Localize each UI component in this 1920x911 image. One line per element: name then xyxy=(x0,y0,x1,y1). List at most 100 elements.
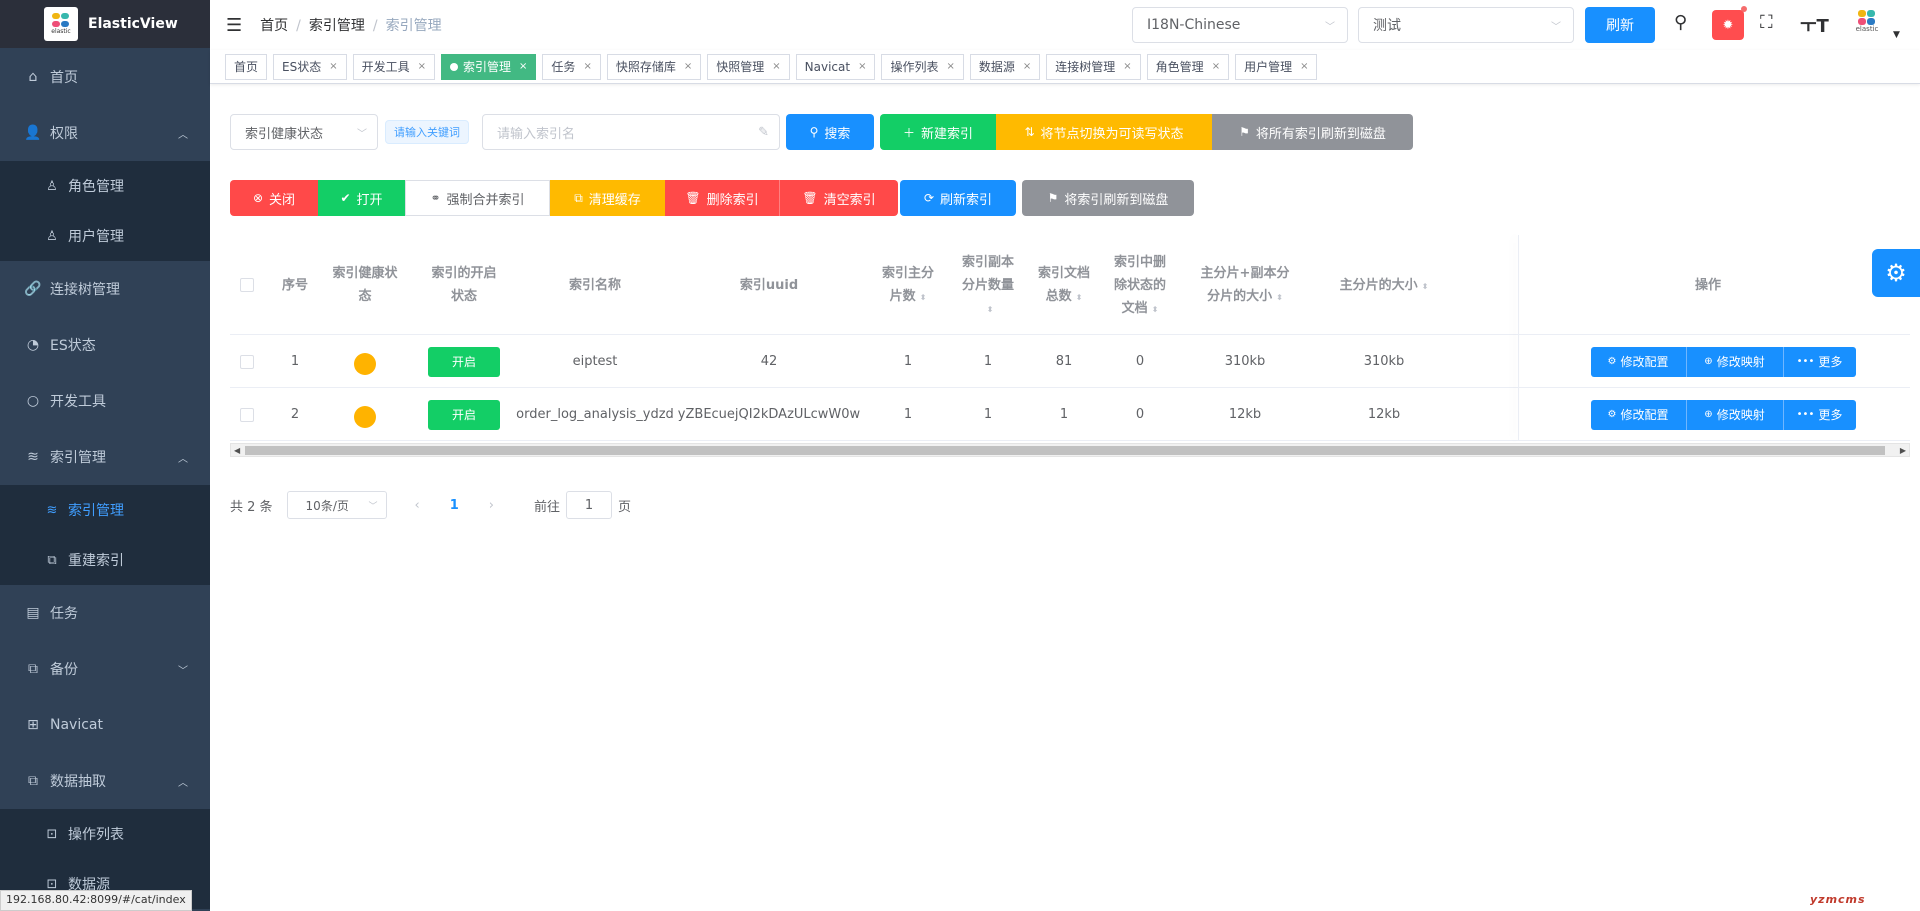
edit-mapping-button[interactable]: ⊕ 修改映射 xyxy=(1686,399,1784,430)
breadcrumb-item[interactable]: 首页 xyxy=(260,18,288,34)
sort-icon[interactable]: ⬍ xyxy=(1276,294,1283,302)
tab-0[interactable]: 首页 xyxy=(225,53,268,80)
close-icon[interactable]: × xyxy=(329,61,337,72)
connection-select[interactable]: 测试 ﹀ xyxy=(1358,7,1574,43)
edit-config-button[interactable]: ⚙ 修改配置 xyxy=(1590,399,1687,430)
close-icon[interactable]: × xyxy=(1212,61,1220,72)
flush-all-button[interactable]: ⚑ 将所有索引刷新到磁盘 xyxy=(1212,114,1413,150)
search-icon[interactable]: ⚲ xyxy=(1674,12,1687,33)
sidebar-item-operation-list[interactable]: ⊡ 操作列表 xyxy=(0,809,210,859)
caret-down-icon[interactable]: ▼ xyxy=(1893,30,1900,40)
health-select[interactable]: 索引健康状态 ﹀ xyxy=(230,114,378,150)
sidebar-item-user-management[interactable]: ♙ 用户管理 xyxy=(0,211,210,261)
sort-icon[interactable]: ⬍ xyxy=(1076,294,1083,302)
sidebar-item-backup[interactable]: ⧉ 备份 ﹀ xyxy=(0,641,210,697)
scroll-left-icon[interactable]: ◀ xyxy=(234,444,240,457)
index-status-button[interactable]: 开启 xyxy=(428,399,500,430)
select-all-checkbox[interactable] xyxy=(240,278,254,292)
sidebar-item-reindex[interactable]: ⧉ 重建索引 xyxy=(0,535,210,585)
delete-index-button[interactable]: 🗑 删除索引 xyxy=(665,180,780,216)
empty-index-button[interactable]: 🗑 清空索引 xyxy=(780,180,898,216)
sidebar-item-home[interactable]: ⌂ 首页 xyxy=(0,48,210,105)
col-deleted[interactable]: 索引中删 除状态的 文档 ⬍ xyxy=(1104,235,1176,335)
refresh-index-button[interactable]: ⟳ 刷新索引 xyxy=(900,180,1016,216)
new-index-button[interactable]: ＋ 新建索引 xyxy=(880,114,996,150)
more-button[interactable]: ••• 更多 xyxy=(1783,399,1856,430)
scroll-right-icon[interactable]: ▶ xyxy=(1900,444,1906,457)
index-status-button[interactable]: 开启 xyxy=(428,346,500,377)
close-icon[interactable]: × xyxy=(418,61,426,72)
close-icon[interactable]: × xyxy=(583,61,591,72)
tab-2[interactable]: 开发工具 × xyxy=(352,53,436,80)
tab-7[interactable]: Navicat × xyxy=(795,53,876,80)
breadcrumb-item[interactable]: 索引管理 xyxy=(309,18,365,34)
tab-8[interactable]: 操作列表 × xyxy=(881,53,964,80)
logo[interactable]: elastic ElasticView xyxy=(0,0,210,48)
col-docs[interactable]: 索引文档 总数 ⬍ xyxy=(1024,235,1104,335)
tab-3[interactable]: 索引管理 × xyxy=(441,53,537,80)
sidebar-item-index-management[interactable]: ≋ 索引管理 ︿ xyxy=(0,429,210,485)
col-rep[interactable]: 索引副本 分片数量 ⬍ xyxy=(952,235,1024,335)
table-row[interactable]: 开启 1 eiptest 42 1 1 81 0 310kb 310kb ⚙ 修改配置 ⊕ 修改映射 •••… xyxy=(230,335,1910,388)
sidebar-item-permission[interactable]: 👤 权限 ︿ xyxy=(0,105,210,161)
page-number[interactable]: 1 xyxy=(450,498,459,513)
settings-gear-icon[interactable]: ⚙ xyxy=(1872,249,1920,297)
prev-page-icon[interactable]: ‹ xyxy=(415,498,420,513)
next-page-icon[interactable]: › xyxy=(489,498,494,513)
sidebar-item-role-management[interactable]: ♙ 角色管理 xyxy=(0,161,210,211)
col-pri-store[interactable]: 主分片的大小 ⬍ xyxy=(1314,235,1454,335)
goto-page-input[interactable]: 1 xyxy=(566,491,613,519)
clear-cache-button[interactable]: ⧉ 清理缓存 xyxy=(550,180,665,216)
tab-6[interactable]: 快照管理 × xyxy=(707,53,790,80)
close-icon[interactable]: × xyxy=(946,61,954,72)
index-name-input[interactable]: 请输入索引名 ✎ xyxy=(482,114,780,150)
scrollbar-thumb[interactable] xyxy=(245,446,1885,455)
close-icon[interactable]: × xyxy=(1300,61,1308,72)
row-checkbox[interactable] xyxy=(240,354,254,369)
sidebar-item-data-extract[interactable]: ⧉ 数据抽取 ︿ xyxy=(0,753,210,809)
col-store[interactable]: 主分片+副本分 分片的大小 ⬍ xyxy=(1176,235,1314,335)
row-checkbox[interactable] xyxy=(240,407,254,422)
sidebar-item-dev-tools[interactable]: ○ 开发工具 xyxy=(0,373,210,429)
hamburger-icon[interactable]: ☰ xyxy=(226,15,242,36)
close-icon[interactable]: × xyxy=(772,61,780,72)
close-icon[interactable]: × xyxy=(684,61,692,72)
sort-icon[interactable]: ⬍ xyxy=(920,294,927,302)
close-icon[interactable]: × xyxy=(1123,61,1131,72)
readwrite-button[interactable]: ⇅ 将节点切换为可读写状态 xyxy=(996,114,1212,150)
page-size-select[interactable]: 10条/页 ﹀ xyxy=(286,491,387,519)
close-icon[interactable]: × xyxy=(1023,61,1031,72)
sidebar-item-tasks[interactable]: ▤ 任务 xyxy=(0,585,210,641)
sidebar-item-navicat[interactable]: ⊞ Navicat xyxy=(0,697,210,753)
tab-9[interactable]: 数据源 × xyxy=(969,53,1041,80)
table-row[interactable]: 开启 2 order_log_analysis_ydzd yZBEcuejQI2kDA… xyxy=(230,388,1910,441)
close-icon[interactable]: × xyxy=(858,61,866,72)
tab-4[interactable]: 任务 × xyxy=(542,53,601,80)
sort-icon[interactable]: ⬍ xyxy=(1422,282,1429,291)
close-index-button[interactable]: ⊗ 关闭 xyxy=(230,180,318,216)
edit-mapping-button[interactable]: ⊕ 修改映射 xyxy=(1686,346,1784,377)
sort-icon[interactable]: ⬍ xyxy=(987,305,994,314)
sidebar-item-es-status[interactable]: ◔ ES状态 xyxy=(0,317,210,373)
forcemerge-button[interactable]: ⚭ 强制合并索引 xyxy=(405,180,550,216)
more-button[interactable]: ••• 更多 xyxy=(1783,346,1856,377)
refresh-button[interactable]: 刷新 xyxy=(1585,7,1655,43)
sidebar-item-index-management-sub[interactable]: ≋ 索引管理 xyxy=(0,485,210,535)
tab-11[interactable]: 角色管理 × xyxy=(1146,53,1230,80)
avatar[interactable]: elastic xyxy=(1850,10,1884,44)
open-index-button[interactable]: ✔ 打开 xyxy=(318,180,405,216)
flush-index-button[interactable]: ⚑ 将索引刷新到磁盘 xyxy=(1022,180,1194,216)
language-select[interactable]: I18N-Chinese ﹀ xyxy=(1132,7,1348,43)
bug-icon[interactable]: ✹ xyxy=(1712,10,1744,40)
fullscreen-icon[interactable]: ⛶ xyxy=(1760,12,1773,33)
tab-10[interactable]: 连接树管理 × xyxy=(1046,53,1141,80)
font-size-icon[interactable]: ㅜT xyxy=(1800,12,1829,38)
horizontal-scrollbar[interactable]: ◀ ▶ xyxy=(230,443,1910,457)
edit-config-button[interactable]: ⚙ 修改配置 xyxy=(1590,346,1687,377)
search-button[interactable]: ⚲ 搜索 xyxy=(786,114,874,150)
tab-5[interactable]: 快照存储库 × xyxy=(606,53,702,80)
tab-12[interactable]: 用户管理 × xyxy=(1235,53,1318,80)
close-icon[interactable]: × xyxy=(519,61,527,72)
tab-1[interactable]: ES状态 × xyxy=(273,53,347,80)
col-pri[interactable]: 索引主分 片数 ⬍ xyxy=(864,235,952,335)
